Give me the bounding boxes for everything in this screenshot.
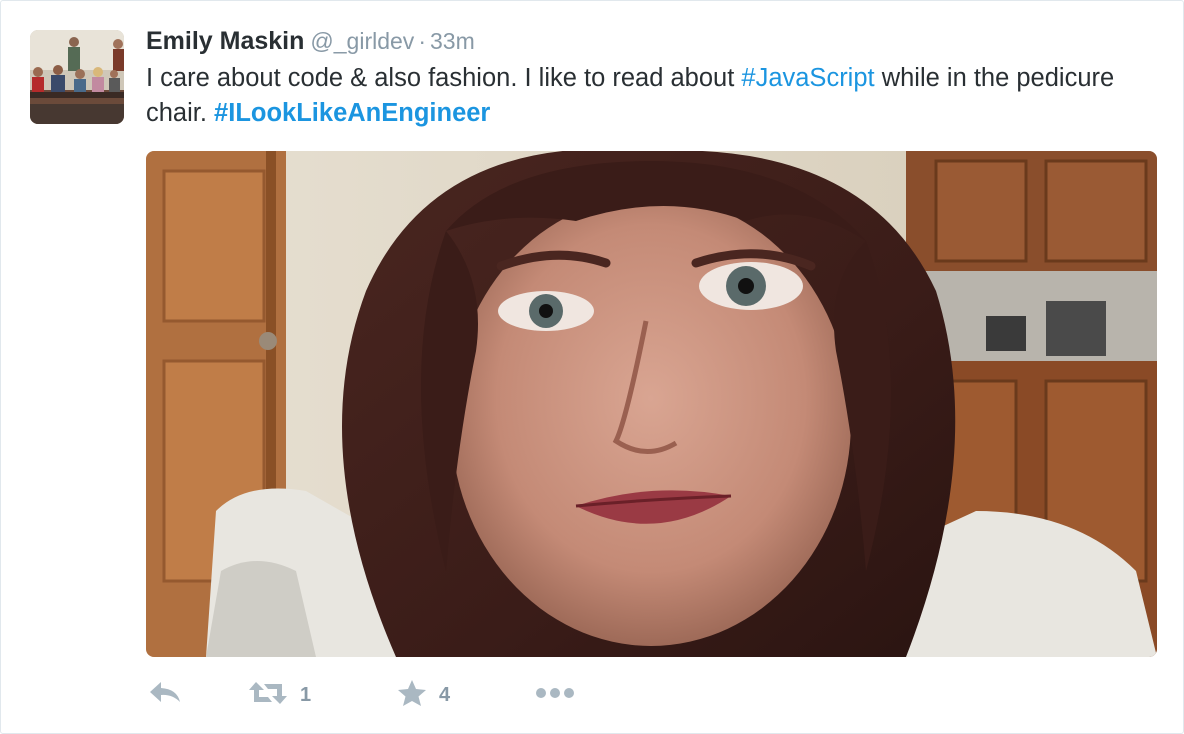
star-icon [397,679,427,712]
reply-icon [148,680,182,711]
reply-button[interactable] [148,673,182,717]
author-username[interactable]: @_girldev [310,28,414,54]
favorite-button[interactable]: 4 [397,673,450,717]
photo-image [146,151,1157,657]
timestamp[interactable]: 33m [430,28,475,54]
tweet-text: I care about code & also fashion. I like… [146,61,1156,131]
retweet-button[interactable]: 1 [248,673,311,717]
retweet-icon [248,680,288,711]
author-name[interactable]: Emily Maskin [146,27,304,55]
avatar-image [30,30,124,124]
favorite-count: 4 [439,683,451,706]
hashtag-javascript-link[interactable]: #JavaScript [741,64,874,92]
more-icon [535,686,575,704]
tweet-actions: 1 4 [146,673,746,717]
tweet-text-part1: I care about code & also fashion. I like… [146,64,742,92]
tweet-photo[interactable] [146,151,1157,657]
tweet-header: Emily Maskin @_girldev · 33m [146,25,475,61]
hashtag-ilooklikeanengineer-link[interactable]: #ILookLikeAnEngineer [214,99,490,127]
retweet-count: 1 [300,683,312,706]
avatar[interactable] [30,30,124,124]
tweet-card: Emily Maskin @_girldev · 33m I care about c… [0,0,1184,734]
more-button[interactable] [535,673,575,717]
separator-dot: · [418,28,426,54]
